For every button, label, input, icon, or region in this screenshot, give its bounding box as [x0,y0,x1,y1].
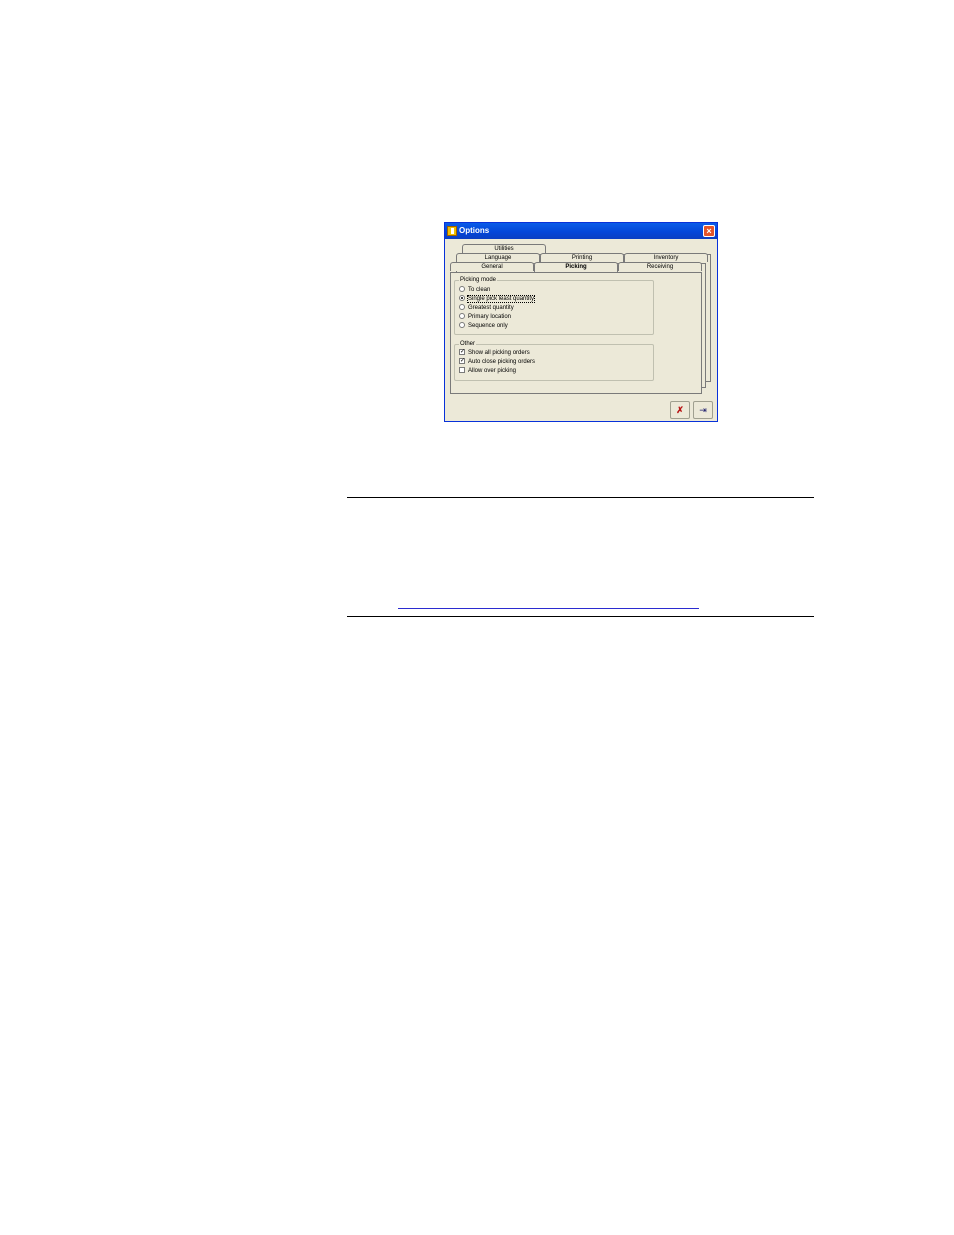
radio-label: To clean [468,287,491,293]
picking-mode-group: Picking mode To clean Single pick least … [454,276,654,335]
picking-tab-panel: Picking mode To clean Single pick least … [450,272,702,394]
radio-label: Greatest quantity [468,305,514,311]
divider-top [347,497,814,498]
radio-greatest-quantity[interactable]: Greatest quantity [459,304,514,312]
tab-general[interactable]: General [450,262,534,271]
title-bar[interactable]: Options × [445,223,717,239]
radio-primary-location[interactable]: Primary location [459,313,511,321]
close-button[interactable]: × [703,225,715,237]
radio-button-selected[interactable] [459,295,465,302]
radio-label: Single pick least quantity [466,295,536,303]
tab-utilities[interactable]: Utilities [462,244,546,253]
checkbox-auto-close-picking-orders[interactable]: ✓ Auto close picking orders [459,358,535,366]
radio-label: Sequence only [468,323,508,329]
checkbox-allow-over-picking[interactable]: Allow over picking [459,367,516,375]
radio-to-clean[interactable]: To clean [459,286,490,294]
checkbox-label: Show all picking orders [468,350,530,356]
tab-picking[interactable]: Picking [534,262,618,272]
picking-mode-label: Picking mode [459,276,498,284]
radio-button[interactable] [459,322,465,329]
other-group: Other ✓ Show all picking orders ✓ Auto clo… [454,340,654,381]
tab-printing[interactable]: Printing [540,253,624,262]
cancel-button[interactable]: ✗ [670,401,690,419]
radio-sequence-only[interactable]: Sequence only [459,322,508,330]
exit-door-icon: ⇥ [699,405,707,415]
checkbox-checked[interactable]: ✓ [459,349,465,356]
radio-single-pick-least-quantity[interactable]: Single pick least quantity [459,295,536,303]
window-title: Options [459,226,490,235]
other-label: Other [459,340,477,348]
tab-language[interactable]: Language [456,253,540,262]
app-icon [447,226,457,236]
radio-button[interactable] [459,286,465,293]
checkbox-unchecked[interactable] [459,367,465,374]
exit-button[interactable]: ⇥ [693,401,713,419]
checkbox-label: Allow over picking [468,368,517,374]
hyperlink-underline[interactable] [398,608,699,609]
radio-label: Primary location [468,314,512,320]
tab-receiving[interactable]: Receiving [618,262,702,271]
cancel-x-icon: ✗ [676,405,684,415]
radio-button[interactable] [459,304,465,311]
options-dialog: Options × Utilities Language Printing In… [444,222,718,422]
checkbox-checked[interactable]: ✓ [459,358,465,365]
tab-inventory[interactable]: Inventory [624,253,708,262]
checkbox-show-all-picking-orders[interactable]: ✓ Show all picking orders [459,349,530,357]
divider-bottom [347,616,814,617]
radio-button[interactable] [459,313,465,320]
checkbox-label: Auto close picking orders [468,359,536,365]
